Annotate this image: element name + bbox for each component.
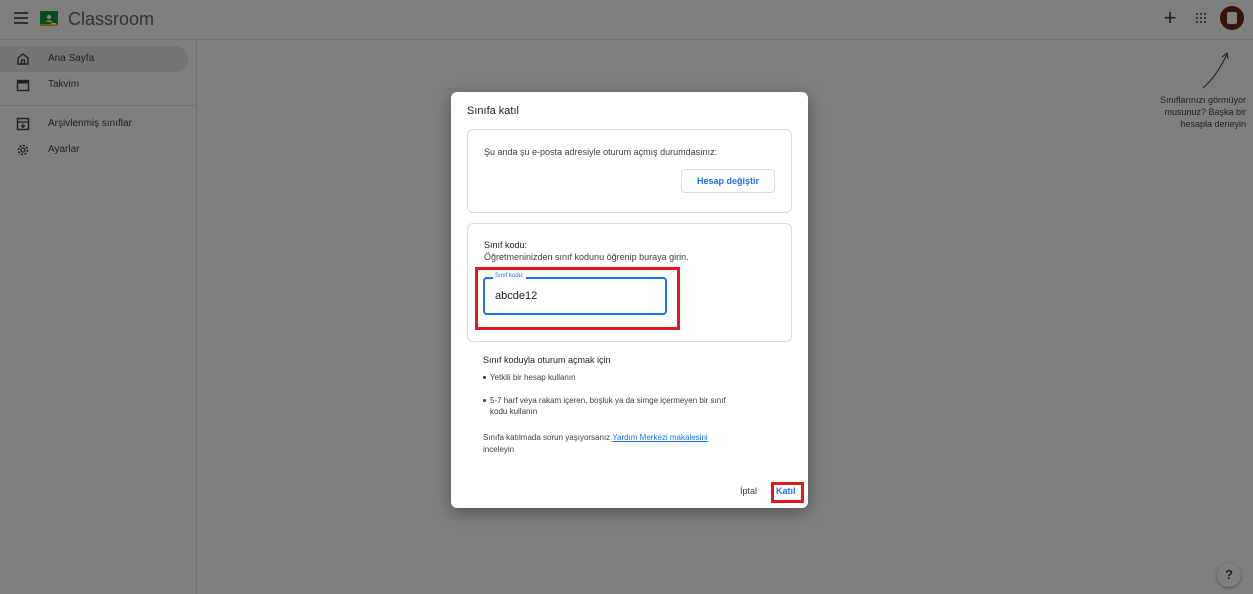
help-text-suffix: inceleyin [483,445,515,454]
signed-in-text: Şu anda şu e-posta adresiyle oturum açmı… [484,147,718,157]
class-code-subtitle: Öğretmeninizden sınıf kodunu öğrenip bur… [484,252,689,262]
bullet-text: kodu kullanın [490,407,538,416]
bullet-text: 5-7 harf veya rakam içeren, boşluk ya da… [490,396,726,405]
class-code-title: Sınıf kodu: [484,240,528,250]
info-bullet: 5-7 harf veya rakam içeren, boşluk ya da… [483,395,783,417]
join-button[interactable]: Katıl [776,486,796,496]
classroom-app: Classroom + Ana Sayfa Takvim [0,0,1253,594]
class-code-card: Sınıf kodu: Öğretmeninizden sınıf kodunu… [467,223,792,342]
class-code-field-label: Sınıf kodu: [493,273,526,279]
help-text: Sınıfa katılmada sorun yaşıyorsanız Yard… [483,432,783,456]
switch-account-button[interactable]: Hesap değiştir [681,169,775,193]
dialog-title: Sınıfa katıl [467,105,519,117]
class-code-input[interactable] [495,290,645,302]
join-class-dialog: Sınıfa katıl Şu anda şu e-posta adresiyl… [451,92,808,508]
bullet-dot [483,399,486,403]
bullet-text: Yetkili bir hesap kullanın [490,373,576,382]
help-center-link[interactable]: Yardım Merkezi makalesini [612,433,707,442]
account-card: Şu anda şu e-posta adresiyle oturum açmı… [467,129,792,213]
bullet-dot [483,376,486,380]
info-bullet: Yetkili bir hesap kullanın [483,372,576,383]
class-code-field[interactable]: Sınıf kodu: [483,273,667,315]
cancel-button[interactable]: İptal [740,486,757,496]
help-text-prefix: Sınıfa katılmada sorun yaşıyorsanız [483,433,611,442]
info-title: Sınıf koduyla oturum açmak için [483,355,611,365]
